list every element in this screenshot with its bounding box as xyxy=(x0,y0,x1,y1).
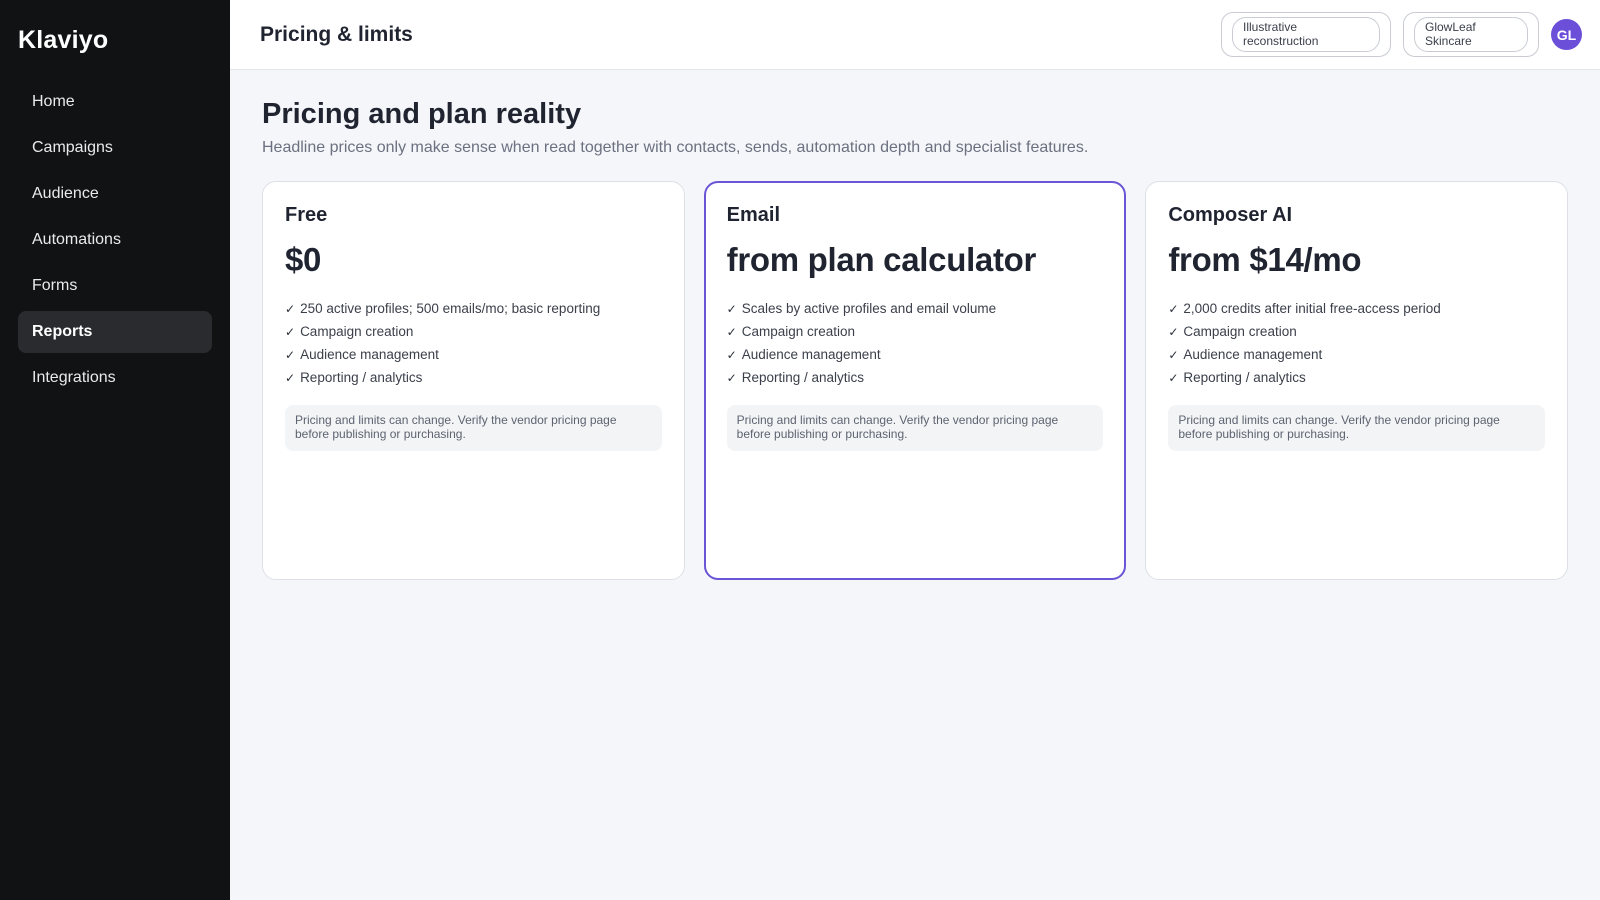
feature-item: ✓ Reporting / analytics xyxy=(285,366,662,389)
feature-item: ✓ Audience management xyxy=(1168,343,1545,366)
avatar[interactable]: GL xyxy=(1551,19,1582,50)
plan-price: from plan calculator xyxy=(726,241,1037,278)
pricing-notice: Pricing and limits can change. Verify th… xyxy=(726,405,1104,451)
feature-text: Campaign creation xyxy=(741,324,856,339)
topbar-controls: Illustrative reconstruction GlowLeaf Ski… xyxy=(1221,12,1582,57)
sidebar: Klaviyo Home Campaigns Audience Automati… xyxy=(0,0,230,900)
plan-features: ✓ 250 active profiles; 500 emails/mo; bas… xyxy=(285,297,662,389)
sidebar-item-audience[interactable]: Audience xyxy=(18,173,212,215)
workspace-select-value: Illustrative reconstruction xyxy=(1232,17,1380,52)
account-select[interactable]: GlowLeaf Skincare xyxy=(1403,12,1539,57)
check-icon: ✓ xyxy=(285,324,296,339)
plan-name: Composer AI xyxy=(1168,204,1293,226)
feature-item: ✓ Campaign creation xyxy=(285,320,662,343)
pricing-cards: Free $0 ✓ 250 active profiles; 500 emails… xyxy=(262,181,1569,580)
feature-text: 2,000 credits after initial free-access … xyxy=(1183,301,1441,316)
feature-text: Campaign creation xyxy=(1183,324,1297,339)
check-icon: ✓ xyxy=(1168,370,1179,385)
plan-price: from $14/mo xyxy=(1168,241,1362,278)
sidebar-nav: Home Campaigns Audience Automations Form… xyxy=(18,81,212,399)
feature-text: Reporting / analytics xyxy=(300,370,423,385)
check-icon: ✓ xyxy=(726,370,737,385)
app-root: Klaviyo Home Campaigns Audience Automati… xyxy=(0,0,1600,900)
plan-name: Free xyxy=(285,204,328,226)
header-title: Pricing & limits xyxy=(260,22,413,46)
check-icon: ✓ xyxy=(1168,324,1179,339)
feature-item: ✓ Scales by active profiles and email vol… xyxy=(727,297,1104,320)
feature-item: ✓ Campaign creation xyxy=(727,320,1104,343)
feature-text: 250 active profiles; 500 emails/mo; basi… xyxy=(300,301,601,316)
plan-features: ✓ 2,000 credits after initial free-access… xyxy=(1168,297,1545,389)
check-icon: ✓ xyxy=(285,370,296,385)
account-select-value: GlowLeaf Skincare xyxy=(1414,17,1528,52)
pricing-notice: Pricing and limits can change. Verify th… xyxy=(285,405,662,451)
check-icon: ✓ xyxy=(726,347,737,362)
feature-item: ✓ Reporting / analytics xyxy=(1168,366,1545,389)
sidebar-item-forms[interactable]: Forms xyxy=(18,265,212,307)
page-content: Pricing and plan reality Headline prices… xyxy=(230,70,1600,608)
page-subtitle: Headline prices only make sense when rea… xyxy=(262,139,1089,156)
sidebar-item-campaigns[interactable]: Campaigns xyxy=(18,127,212,169)
sidebar-item-automations[interactable]: Automations xyxy=(18,219,212,261)
check-icon: ✓ xyxy=(1168,347,1179,362)
plan-features: ✓ Scales by active profiles and email vol… xyxy=(727,297,1104,389)
plan-price: $0 xyxy=(285,241,322,278)
feature-text: Scales by active profiles and email volu… xyxy=(741,301,997,316)
feature-text: Audience management xyxy=(300,347,439,362)
plan-card-free: Free $0 ✓ 250 active profiles; 500 emails… xyxy=(262,181,685,580)
pricing-notice: Pricing and limits can change. Verify th… xyxy=(1168,405,1546,451)
check-icon: ✓ xyxy=(285,347,296,362)
feature-item: ✓ Campaign creation xyxy=(1168,320,1545,343)
feature-item: ✓ 250 active profiles; 500 emails/mo; bas… xyxy=(285,297,662,320)
main-area: Pricing & limits Illustrative reconstruc… xyxy=(230,0,1600,900)
feature-item: ✓ Audience management xyxy=(285,343,662,366)
feature-text: Audience management xyxy=(1183,347,1323,362)
feature-item: ✓ Audience management xyxy=(727,343,1104,366)
plan-card-composer-ai: Composer AI from $14/mo ✓ 2,000 credits a… xyxy=(1145,181,1569,580)
workspace-select[interactable]: Illustrative reconstruction xyxy=(1221,12,1391,57)
check-icon: ✓ xyxy=(285,301,296,316)
sidebar-item-integrations[interactable]: Integrations xyxy=(18,357,212,399)
plan-card-email: Email from plan calculator ✓ Scales by ac… xyxy=(703,181,1127,580)
check-icon: ✓ xyxy=(726,324,737,339)
feature-text: Audience management xyxy=(741,347,881,362)
feature-item: ✓ 2,000 credits after initial free-access… xyxy=(1168,297,1545,320)
feature-item: ✓ Reporting / analytics xyxy=(727,366,1104,389)
feature-text: Reporting / analytics xyxy=(741,370,865,385)
feature-text: Reporting / analytics xyxy=(1183,370,1306,385)
topbar: Pricing & limits Illustrative reconstruc… xyxy=(230,0,1600,70)
check-icon: ✓ xyxy=(726,301,737,316)
page-title: Pricing and plan reality xyxy=(262,98,582,130)
sidebar-item-home[interactable]: Home xyxy=(18,81,212,123)
check-icon: ✓ xyxy=(1168,301,1179,316)
sidebar-item-reports[interactable]: Reports xyxy=(18,311,212,353)
brand-logo[interactable]: Klaviyo xyxy=(18,26,212,55)
feature-text: Campaign creation xyxy=(300,324,414,339)
plan-name: Email xyxy=(726,204,781,226)
